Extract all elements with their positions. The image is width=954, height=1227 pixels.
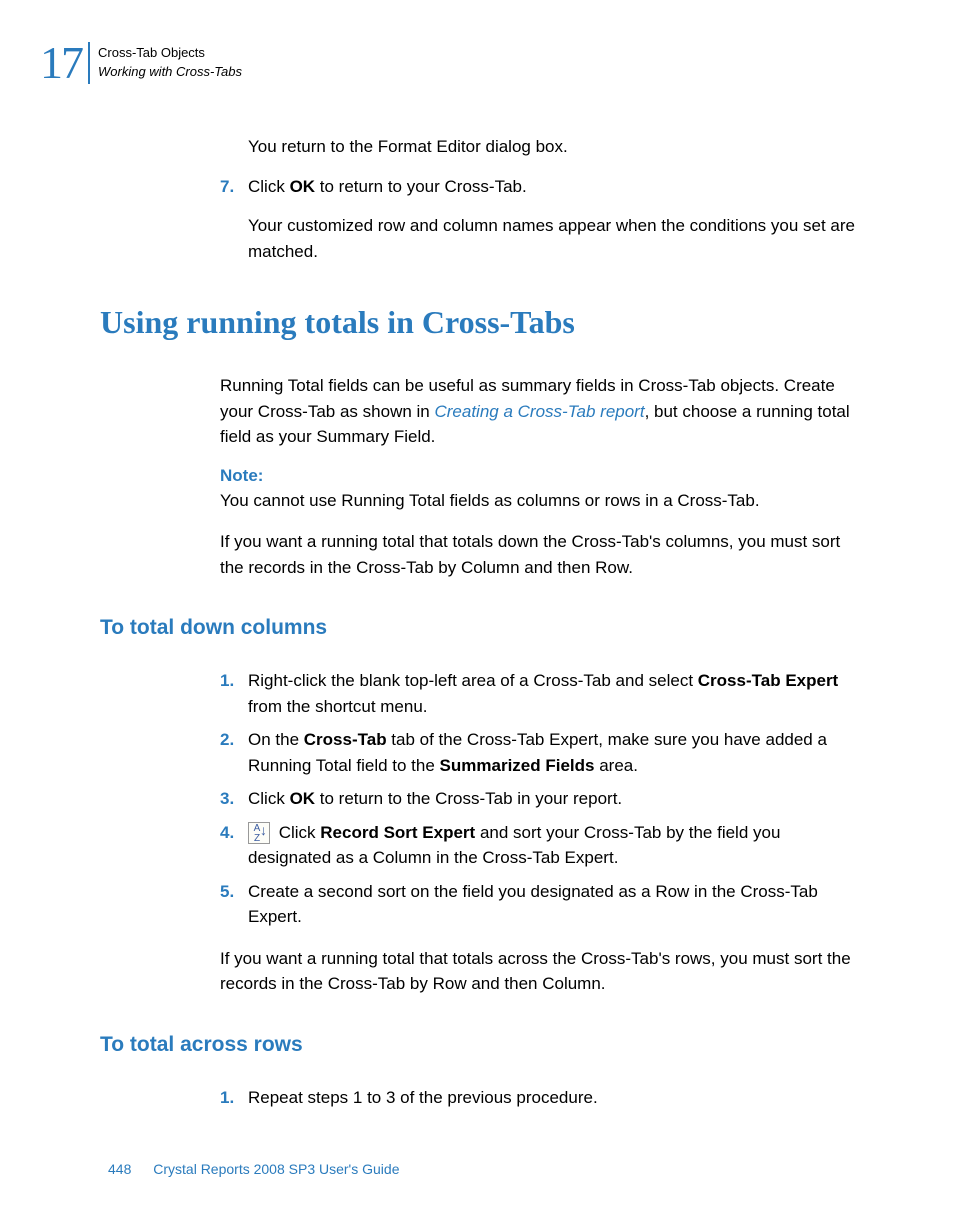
step-7: 7. Click OK to return to your Cross-Tab. xyxy=(220,174,860,200)
sort-az-icon: AZ↓ xyxy=(248,822,270,844)
cols-step-4: 4. AZ↓ Click Record Sort Expert and sort… xyxy=(220,820,860,871)
section-para-2: If you want a running total that totals … xyxy=(220,529,860,580)
step-body: AZ↓ Click Record Sort Expert and sort yo… xyxy=(248,820,860,871)
step-number: 3. xyxy=(220,786,248,812)
step-number: 4. xyxy=(220,820,248,871)
cols-step-1: 1. Right-click the blank top-left area o… xyxy=(220,668,860,719)
step-text-post: to return to your Cross-Tab. xyxy=(315,177,527,196)
step-body: Repeat steps 1 to 3 of the previous proc… xyxy=(248,1085,860,1111)
cols-step-5: 5. Create a second sort on the field you… xyxy=(220,879,860,930)
step-body: On the Cross-Tab tab of the Cross-Tab Ex… xyxy=(248,727,860,778)
text-bold: Record Sort Expert xyxy=(320,823,475,842)
page-header: 17 Cross-Tab Objects Working with Cross-… xyxy=(40,36,242,89)
heading-total-across-rows: To total across rows xyxy=(100,1033,860,1057)
note-text: You cannot use Running Total fields as c… xyxy=(220,488,860,514)
text-post: to return to the Cross-Tab in your repor… xyxy=(315,789,622,808)
step-number: 5. xyxy=(220,879,248,930)
text-pre: Click xyxy=(248,789,290,808)
text-pre: On the xyxy=(248,730,304,749)
step-text-bold: OK xyxy=(290,177,316,196)
step-body: Click OK to return to the Cross-Tab in y… xyxy=(248,786,860,812)
step-number: 7. xyxy=(220,174,248,200)
rows-step-1: 1. Repeat steps 1 to 3 of the previous p… xyxy=(220,1085,860,1111)
text-post: from the shortcut menu. xyxy=(248,697,428,716)
page-number: 448 xyxy=(108,1161,131,1177)
header-section-title: Working with Cross-Tabs xyxy=(98,63,242,81)
step-number: 2. xyxy=(220,727,248,778)
header-divider xyxy=(88,42,90,84)
header-chapter-title: Cross-Tab Objects xyxy=(98,44,242,62)
page-footer: 448 Crystal Reports 2008 SP3 User's Guid… xyxy=(108,1161,399,1177)
text-bold: Cross-Tab Expert xyxy=(698,671,838,690)
heading-total-down-columns: To total down columns xyxy=(100,616,860,640)
text-pre: Right-click the blank top-left area of a… xyxy=(248,671,698,690)
intro-result: Your customized row and column names app… xyxy=(248,213,860,264)
chapter-number: 17 xyxy=(40,36,82,89)
text-bold: Cross-Tab xyxy=(304,730,387,749)
doc-title: Crystal Reports 2008 SP3 User's Guide xyxy=(153,1161,399,1177)
cols-step-2: 2. On the Cross-Tab tab of the Cross-Tab… xyxy=(220,727,860,778)
link-creating-crosstab[interactable]: Creating a Cross-Tab report xyxy=(434,402,644,421)
step-body: Create a second sort on the field you de… xyxy=(248,879,860,930)
note-label: Note: xyxy=(220,466,860,486)
page-content: You return to the Format Editor dialog b… xyxy=(220,120,860,1118)
header-text-block: Cross-Tab Objects Working with Cross-Tab… xyxy=(98,44,242,80)
intro-return-line: You return to the Format Editor dialog b… xyxy=(248,134,860,160)
step-number: 1. xyxy=(220,668,248,719)
cols-step-3: 3. Click OK to return to the Cross-Tab i… xyxy=(220,786,860,812)
text-bold: OK xyxy=(290,789,316,808)
text-pre: Click xyxy=(274,823,320,842)
step-text-pre: Click xyxy=(248,177,290,196)
text-post: area. xyxy=(594,756,637,775)
cols-after-para: If you want a running total that totals … xyxy=(220,946,860,997)
heading-running-totals: Using running totals in Cross-Tabs xyxy=(100,304,860,341)
section-intro-para: Running Total fields can be useful as su… xyxy=(220,373,860,450)
step-number: 1. xyxy=(220,1085,248,1111)
text-bold-2: Summarized Fields xyxy=(440,756,595,775)
step-body: Right-click the blank top-left area of a… xyxy=(248,668,860,719)
step-body: Click OK to return to your Cross-Tab. xyxy=(248,174,860,200)
